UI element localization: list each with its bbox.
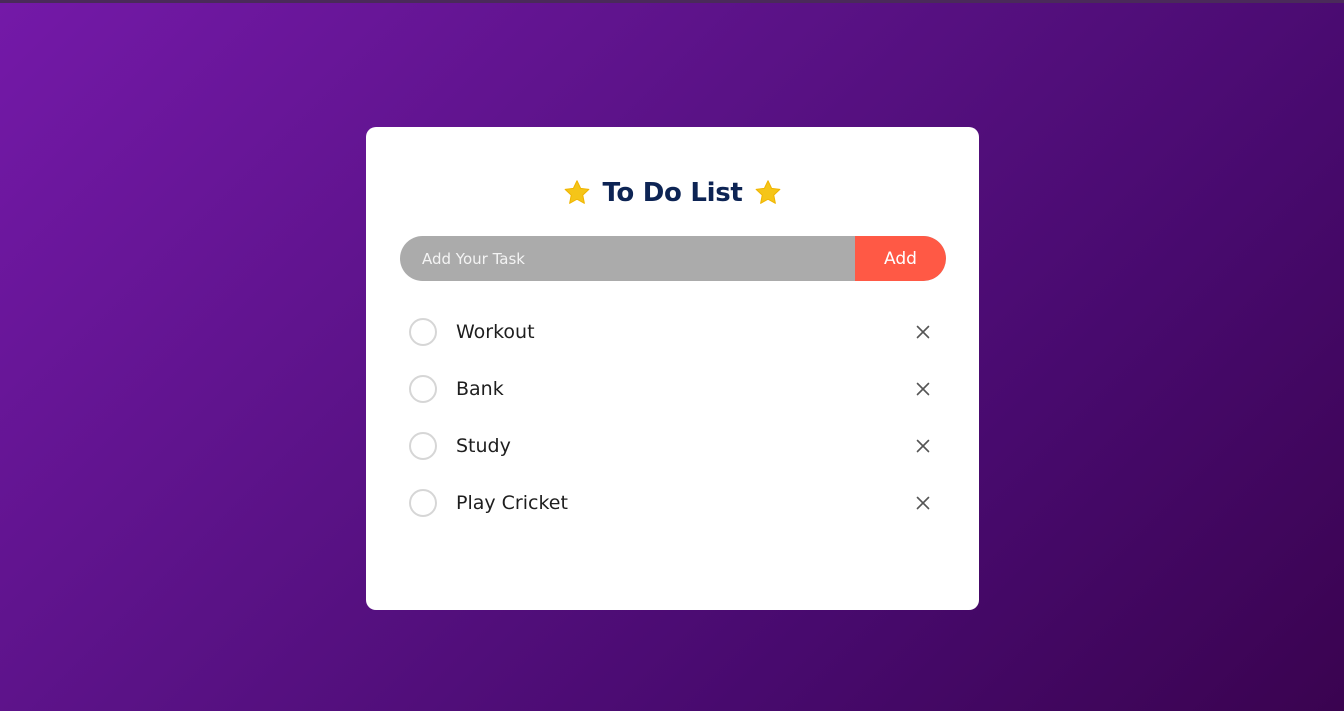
title-row: To Do List	[366, 172, 979, 214]
task-item-bank[interactable]: Bank	[366, 361, 979, 418]
star-icon	[565, 180, 590, 204]
close-icon[interactable]	[912, 435, 934, 457]
task-item-workout[interactable]: Workout	[366, 304, 979, 361]
task-item-study[interactable]: Study	[366, 418, 979, 475]
add-task-row: Add	[400, 236, 946, 281]
add-button[interactable]: Add	[855, 236, 946, 281]
task-label: Bank	[456, 378, 504, 400]
checkbox-circle[interactable]	[409, 375, 437, 403]
close-icon[interactable]	[912, 492, 934, 514]
close-icon[interactable]	[912, 378, 934, 400]
task-label: Play Cricket	[456, 492, 568, 514]
task-list: Workout Bank Study Play Cricket	[366, 304, 979, 532]
task-input[interactable]	[400, 236, 855, 281]
todo-card: To Do List Add Workout Bank Study	[366, 127, 979, 610]
page-title: To Do List	[602, 178, 743, 208]
task-label: Study	[456, 435, 511, 457]
star-icon	[755, 180, 780, 204]
checkbox-circle[interactable]	[409, 318, 437, 346]
task-item-play-cricket[interactable]: Play Cricket	[366, 475, 979, 532]
top-strip	[0, 0, 1344, 3]
checkbox-circle[interactable]	[409, 489, 437, 517]
checkbox-circle[interactable]	[409, 432, 437, 460]
close-icon[interactable]	[912, 321, 934, 343]
task-label: Workout	[456, 321, 535, 343]
